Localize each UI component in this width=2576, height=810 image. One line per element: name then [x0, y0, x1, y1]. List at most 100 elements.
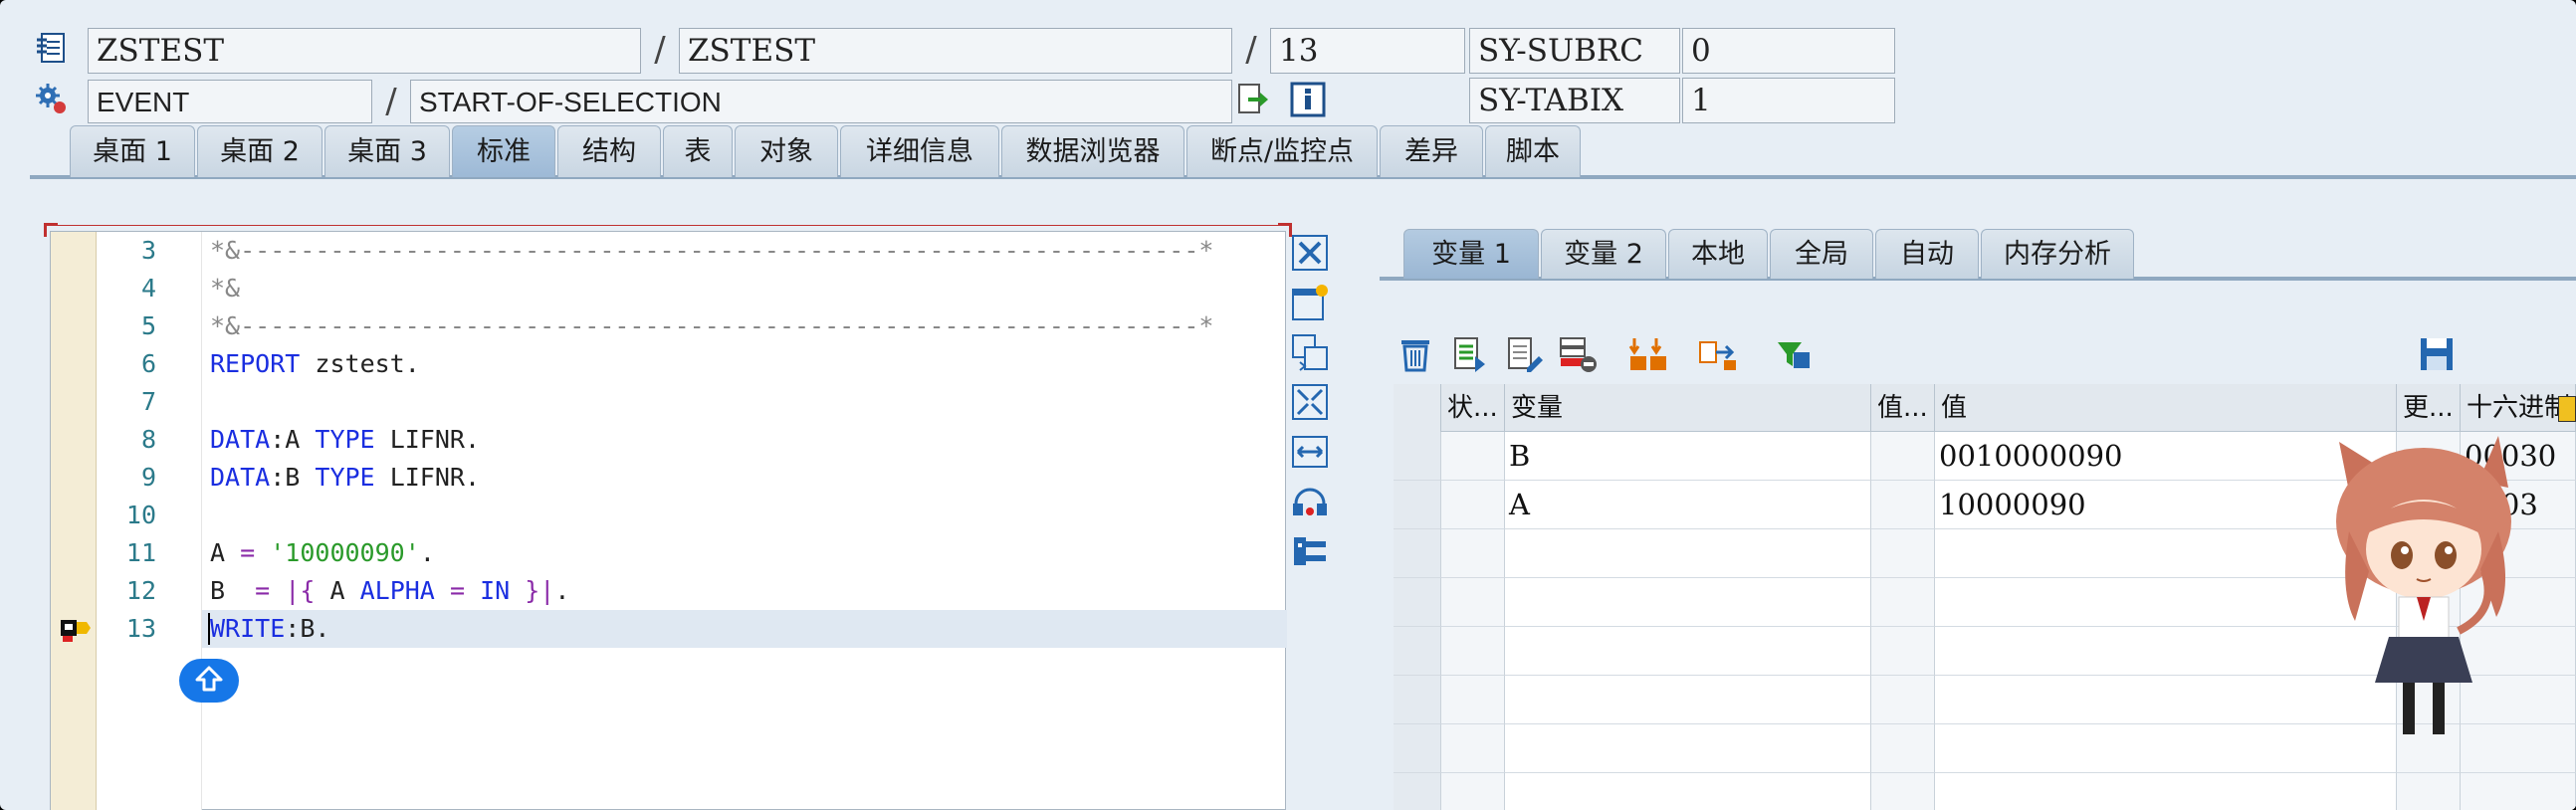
code-token: *&--------------------------------------… [210, 236, 1214, 265]
source-editor[interactable]: 3 *&-------------------------------------… [50, 231, 1287, 810]
code-line[interactable]: 8 DATA:A TYPE LIFNR. [51, 421, 1287, 459]
insert-row-icon[interactable] [1449, 334, 1493, 374]
code-line[interactable]: 4 *& [51, 270, 1287, 307]
close-view-icon[interactable] [1290, 233, 1330, 273]
sysvar-value-2[interactable]: 1 [1682, 78, 1895, 123]
row-selector[interactable] [1394, 432, 1441, 481]
cursor [208, 613, 210, 645]
code-line[interactable]: 13 WRITE:B. [51, 610, 1287, 648]
services-icon[interactable] [1290, 482, 1330, 521]
remove-row-icon[interactable] [1555, 334, 1599, 374]
tab-desktop-3[interactable]: 桌面 3 [324, 125, 450, 177]
row-selector[interactable] [1394, 676, 1441, 724]
code-token: = [255, 576, 271, 605]
code-token: '10000090' [270, 538, 420, 567]
tab-auto[interactable]: 自动 [1875, 229, 1979, 279]
edit-row-icon[interactable] [1503, 334, 1547, 374]
cell-value-info [1871, 773, 1935, 810]
tab-objects[interactable]: 对象 [735, 125, 838, 177]
col-variable[interactable]: 变量 [1505, 384, 1871, 432]
row-selector[interactable] [1394, 724, 1441, 773]
code-line[interactable]: 3 *&-------------------------------------… [51, 232, 1287, 270]
cell-value-info [1871, 724, 1935, 773]
row-selector[interactable] [1394, 481, 1441, 529]
event-label-field: EVENT [88, 80, 372, 123]
code-token: ALPHA [359, 576, 435, 605]
tab-breakpoints[interactable]: 断点/监控点 [1186, 125, 1378, 177]
tab-variables-1[interactable]: 变量 1 [1403, 229, 1539, 279]
code-token: WRITE [210, 614, 286, 643]
cell-value-info [1871, 481, 1935, 529]
tab-details[interactable]: 详细信息 [840, 125, 999, 177]
cell-variable [1505, 724, 1871, 773]
sysvar-name-2: SY-TABIX [1469, 78, 1680, 123]
tab-locals[interactable]: 本地 [1668, 229, 1768, 279]
editor-frame-top [58, 225, 1278, 226]
code-line[interactable]: 11 A = '10000090'. [51, 534, 1287, 572]
info-icon[interactable] [1290, 82, 1326, 117]
code-line[interactable]: 10 [51, 497, 1287, 534]
line-field[interactable]: 13 [1270, 28, 1465, 74]
replace-tool-icon[interactable] [1290, 332, 1330, 372]
code-line[interactable]: 9 DATA:B TYPE LIFNR. [51, 459, 1287, 497]
row-selector[interactable] [1394, 578, 1441, 627]
settings-tool-icon[interactable] [1290, 531, 1330, 571]
scroll-up-icon[interactable] [179, 659, 239, 703]
row-selector[interactable] [1394, 529, 1441, 578]
code-lines: 3 *&-------------------------------------… [51, 232, 1287, 660]
code-token: TYPE [315, 463, 375, 492]
row-selector[interactable] [1394, 627, 1441, 676]
grid-settings-icon[interactable] [2558, 396, 2576, 422]
cell-variable [1505, 676, 1871, 724]
code-token: DATA [210, 463, 271, 492]
tab-data-browser[interactable]: 数据浏览器 [1001, 125, 1184, 177]
include-field[interactable]: ZSTEST [679, 28, 1232, 74]
tab-variables-2[interactable]: 变量 2 [1541, 229, 1666, 279]
line-number: 3 [140, 236, 156, 265]
save-icon[interactable] [2415, 334, 2459, 374]
row-selector[interactable] [1394, 773, 1441, 810]
separator: / [654, 30, 666, 70]
line-number: 8 [140, 425, 156, 454]
move-rows-icon[interactable] [1626, 334, 1670, 374]
code-line[interactable]: 7 [51, 383, 1287, 421]
tab-tables[interactable]: 表 [663, 125, 733, 177]
navigate-to-source-icon[interactable] [1236, 82, 1272, 117]
code-line[interactable]: 5 *&-------------------------------------… [51, 307, 1287, 345]
filter-icon[interactable] [1772, 334, 1816, 374]
event-value-field[interactable]: START-OF-SELECTION [410, 80, 1232, 123]
cell-variable: A [1505, 481, 1871, 529]
separator: / [1245, 30, 1257, 70]
tab-desktop-1[interactable]: 桌面 1 [70, 125, 195, 177]
line-number: 4 [140, 274, 156, 303]
tab-memory-analysis[interactable]: 内存分析 [1981, 229, 2134, 279]
cell-hex [2461, 773, 2576, 810]
swap-icon[interactable] [1290, 432, 1330, 472]
delete-icon[interactable] [1394, 334, 1437, 374]
cell-value-info [1871, 529, 1935, 578]
cell-value-info [1871, 627, 1935, 676]
new-tool-icon[interactable] [1290, 283, 1330, 322]
cell-value[interactable] [1935, 773, 2397, 810]
sysvar-value-1[interactable]: 0 [1682, 28, 1895, 74]
code-line[interactable]: 12 B = |{ A ALPHA = IN }|. [51, 572, 1287, 610]
export-icon[interactable] [1696, 334, 1740, 374]
code-line[interactable]: 6 REPORT zstest. [51, 345, 1287, 383]
tab-diff[interactable]: 差异 [1380, 125, 1483, 177]
tab-globals[interactable]: 全局 [1770, 229, 1873, 279]
cell-status [1441, 676, 1505, 724]
tab-script[interactable]: 脚本 [1485, 125, 1581, 177]
tab-standard[interactable]: 标准 [452, 125, 555, 177]
cell-status [1441, 627, 1505, 676]
maximize-icon[interactable] [1290, 382, 1330, 422]
program-field[interactable]: ZSTEST [88, 28, 641, 74]
anime-mascot-image [2309, 422, 2548, 750]
col-status[interactable]: 状... [1441, 384, 1505, 432]
code-token: = [240, 538, 256, 567]
tab-structures[interactable]: 结构 [557, 125, 661, 177]
code-token: . [419, 538, 435, 567]
col-value-info[interactable]: 值... [1871, 384, 1935, 432]
tab-desktop-2[interactable]: 桌面 2 [197, 125, 322, 177]
